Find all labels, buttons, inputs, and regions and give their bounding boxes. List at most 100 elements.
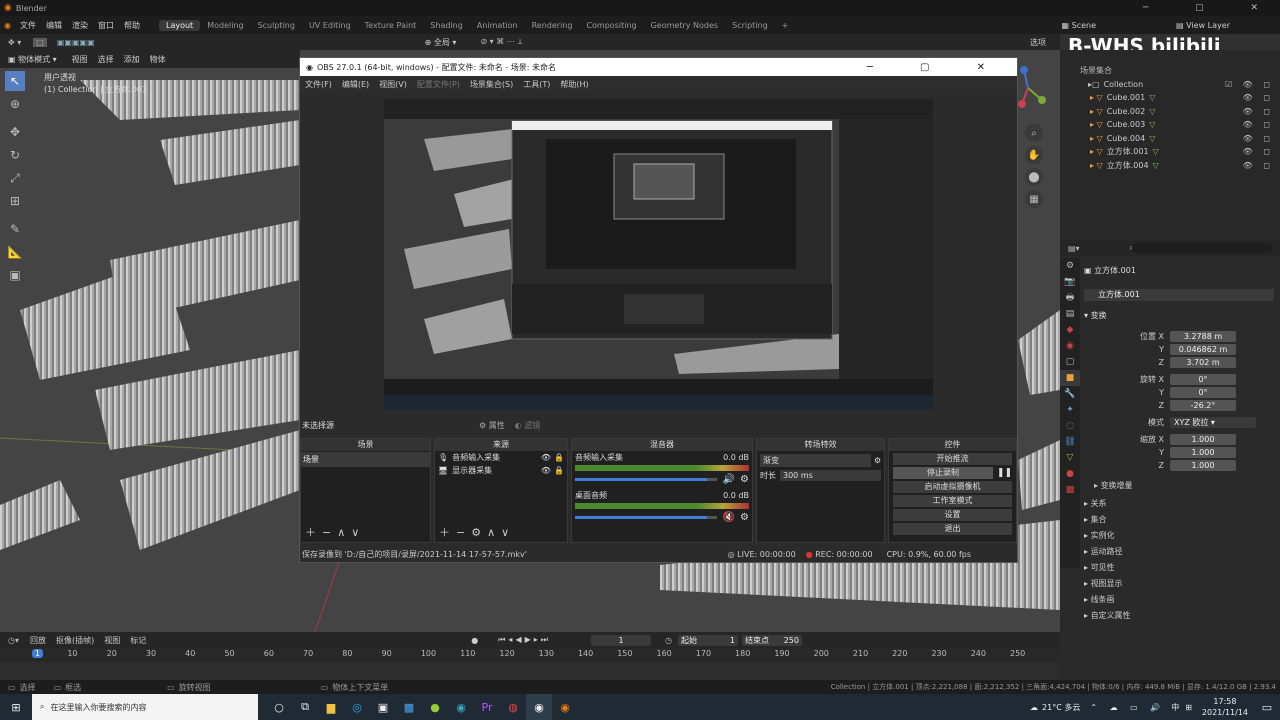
clock[interactable]: 17:58 2021/11/14 xyxy=(1202,696,1248,718)
section-collections[interactable]: ▸ 集合 xyxy=(1084,512,1131,528)
app-icon[interactable]: ◉ xyxy=(448,694,474,720)
obs-menu-edit[interactable]: 编辑(E) xyxy=(337,79,374,90)
view-layer-selector[interactable]: ▤ View Layer xyxy=(1176,21,1230,30)
keying-menu[interactable]: 抠像(插帧) xyxy=(51,635,99,646)
settings-button[interactable]: 设置 xyxy=(893,509,1012,521)
store-icon[interactable]: ▣ xyxy=(370,694,396,720)
section-instancing[interactable]: ▸ 实例化 xyxy=(1084,528,1131,544)
properties-button[interactable]: ⚙ 属性 xyxy=(479,420,505,431)
tab-sculpting[interactable]: Sculpting xyxy=(251,20,302,31)
window-controls[interactable]: ─ ▢ ✕ xyxy=(1143,3,1280,13)
snap-icons[interactable]: ⊘ ▾ ⌘ ⋯ ⟂ xyxy=(480,37,522,47)
filters-button[interactable]: ◐ 滤镜 xyxy=(515,420,541,431)
duration-input[interactable]: 300 ms xyxy=(780,470,881,481)
move-tool-icon[interactable]: ✥ xyxy=(5,122,25,142)
data-tab-icon[interactable]: ▽ xyxy=(1060,450,1080,466)
ime-indicator[interactable]: 中 xyxy=(1171,702,1179,713)
taskbar-search-box[interactable]: ⌕ 在这里输入你要搜索的内容 xyxy=(32,694,258,720)
outliner-item[interactable]: ▸ ▽ Cube.002 ▽ 👁 ◻ xyxy=(1060,105,1280,119)
visibility-icons[interactable]: ☑ 👁 ◻ xyxy=(1225,80,1274,89)
section-visibility[interactable]: ▸ 可见性 xyxy=(1084,560,1131,576)
windows-start-icon[interactable]: ⊞ xyxy=(0,694,32,720)
zoom-icon[interactable]: ⌕ xyxy=(1025,124,1043,142)
menu-window[interactable]: 窗口 xyxy=(93,20,119,31)
texture-tab-icon[interactable]: ▩ xyxy=(1060,482,1080,498)
render-tab-icon[interactable]: 📷 xyxy=(1060,274,1080,290)
premiere-icon[interactable]: Pr xyxy=(474,694,500,720)
tab-texture-paint[interactable]: Texture Paint xyxy=(358,20,424,31)
transform-section-header[interactable]: ▾ 变换 xyxy=(1084,310,1107,321)
scale-x-field[interactable]: 1.000 xyxy=(1170,434,1236,445)
scale-y-field[interactable]: 1.000 xyxy=(1170,447,1236,458)
section-custom-props[interactable]: ▸ 自定义属性 xyxy=(1084,608,1131,624)
dopesheet-area[interactable] xyxy=(0,662,1060,680)
add-cube-tool-icon[interactable]: ▣ xyxy=(5,265,25,285)
file-explorer-icon[interactable]: ▆ xyxy=(318,694,344,720)
volume-slider[interactable] xyxy=(575,478,717,481)
tab-layout[interactable]: Layout xyxy=(158,19,201,31)
timeline-editor-icon[interactable]: ◷▾ xyxy=(8,636,19,645)
current-frame-field[interactable]: 1 xyxy=(590,634,651,646)
tab-shading[interactable]: Shading xyxy=(423,20,470,31)
transform-tool-icon[interactable]: ✥ ▾ xyxy=(8,38,21,47)
vp-menu-select[interactable]: 选择 xyxy=(93,54,119,65)
menu-file[interactable]: 文件 xyxy=(15,20,41,31)
location-y-field[interactable]: 0.046862 m xyxy=(1170,344,1236,355)
timeline-view-menu[interactable]: 视图 xyxy=(99,635,125,646)
measure-tool-icon[interactable]: 📐 xyxy=(5,242,25,262)
scale-z-field[interactable]: 1.000 xyxy=(1170,460,1236,471)
outliner-collection[interactable]: ▸▢ Collection ☑ 👁 ◻ xyxy=(1060,78,1280,92)
eye-icon[interactable]: 👁 xyxy=(541,466,551,475)
source-item[interactable]: 🖥 显示器采集 👁 🔒 xyxy=(435,464,567,477)
vp-menu-add[interactable]: 添加 xyxy=(119,54,145,65)
options-dropdown[interactable]: 选项 xyxy=(1030,37,1046,48)
end-frame-field[interactable]: 结束点 250 xyxy=(741,634,802,646)
visibility-icons[interactable]: 👁 ◻ xyxy=(1243,161,1274,170)
exit-button[interactable]: 退出 xyxy=(893,523,1012,535)
obs-menu-view[interactable]: 视图(V) xyxy=(374,79,412,90)
add-workspace-icon[interactable]: + xyxy=(775,20,796,31)
tab-modeling[interactable]: Modeling xyxy=(200,20,250,31)
location-z-field[interactable]: 3.702 m xyxy=(1170,357,1236,368)
cortana-icon[interactable]: ○ xyxy=(266,694,292,720)
notifications-icon[interactable]: ▭ xyxy=(1254,694,1280,720)
rotate-tool-icon[interactable]: ↻ xyxy=(5,145,25,165)
ime-grid-icon[interactable]: ⊞ xyxy=(1185,703,1192,712)
delta-transform-section[interactable]: ▸ 变换增量 xyxy=(1094,480,1133,491)
outliner-scene-collection[interactable]: 场景集合 xyxy=(1060,64,1280,78)
scene-selector[interactable]: ▦ Scene xyxy=(1062,21,1097,30)
volume-slider[interactable] xyxy=(575,516,717,519)
task-view-icon[interactable]: ⧉ xyxy=(292,694,318,720)
visibility-icons[interactable]: 👁 ◻ xyxy=(1243,134,1274,143)
obs-window-controls[interactable]: ─ ▢ ✕ xyxy=(867,62,1007,73)
start-virtual-camera-button[interactable]: 启动虚拟摄像机 xyxy=(893,481,1012,493)
studio-mode-button[interactable]: 工作室模式 xyxy=(893,495,1012,507)
vp-menu-object[interactable]: 物体 xyxy=(145,54,171,65)
visibility-icons[interactable]: 👁 ◻ xyxy=(1243,107,1274,116)
blender-taskbar-icon[interactable]: ◉ xyxy=(552,694,578,720)
menu-help[interactable]: 帮助 xyxy=(119,20,145,31)
camera-view-icon[interactable]: ⬤ xyxy=(1025,168,1043,186)
particles-tab-icon[interactable]: ✦ xyxy=(1060,402,1080,418)
section-motion-paths[interactable]: ▸ 运动路径 xyxy=(1084,544,1131,560)
transition-select[interactable]: 渐变 xyxy=(760,454,871,467)
playback-menu[interactable]: 回放 xyxy=(25,635,51,646)
app-icon[interactable]: ▩ xyxy=(396,694,422,720)
visibility-icons[interactable]: 👁 ◻ xyxy=(1243,120,1274,129)
gear-icon[interactable]: ⚙ xyxy=(740,512,749,523)
current-frame-marker[interactable]: 1 xyxy=(32,649,44,658)
obs-menu-help[interactable]: 帮助(H) xyxy=(555,79,593,90)
chrome-icon[interactable]: ◍ xyxy=(500,694,526,720)
constraints-tab-icon[interactable]: ⛓ xyxy=(1060,434,1080,450)
pause-icon[interactable]: ❚❚ xyxy=(997,468,1012,478)
vp-menu-view[interactable]: 视图 xyxy=(67,54,93,65)
axis-gizmo-icon[interactable] xyxy=(1014,58,1054,118)
world-tab-icon[interactable]: ◉ xyxy=(1060,338,1080,354)
start-frame-field[interactable]: 起始 1 xyxy=(677,634,738,646)
rotation-x-field[interactable]: 0° xyxy=(1170,374,1236,385)
playback-controls[interactable]: ⏮◂◀▶▸⏭ xyxy=(498,635,551,645)
app-icon[interactable]: ● xyxy=(422,694,448,720)
material-tab-icon[interactable]: ● xyxy=(1060,466,1080,482)
select-box-icon[interactable]: ⬚ xyxy=(33,37,47,47)
menu-edit[interactable]: 编辑 xyxy=(41,20,67,31)
